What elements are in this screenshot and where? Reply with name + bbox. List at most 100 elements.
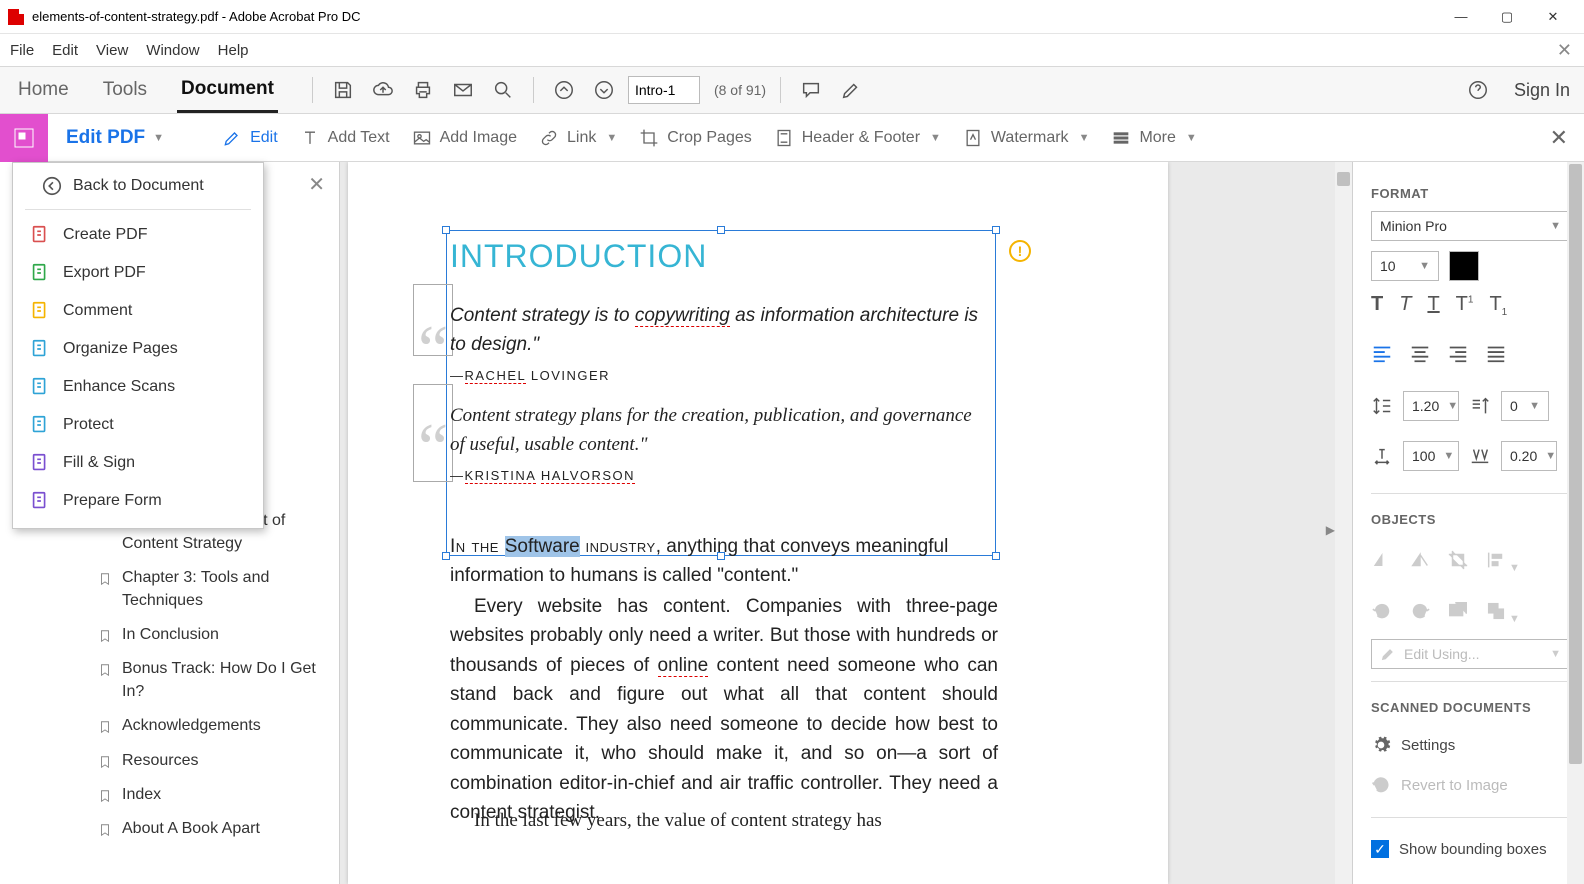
align-justify-icon[interactable] <box>1485 342 1507 369</box>
scanned-section-label: SCANNED DOCUMENTS <box>1371 700 1570 715</box>
tool-crop-pages[interactable]: Crop Pages <box>639 128 752 148</box>
superscript-icon[interactable]: T1 <box>1456 293 1474 318</box>
menu-edit[interactable]: Edit <box>52 42 78 59</box>
bookmark-item[interactable]: Chapter 3: Tools and Techniques <box>0 561 339 618</box>
edit-using-select: Edit Using...▼ <box>1371 639 1570 669</box>
popover-item-create-pdf[interactable]: Create PDF <box>13 216 263 254</box>
font-color-swatch[interactable] <box>1449 251 1479 281</box>
highlight-pen-icon[interactable] <box>835 74 867 106</box>
page-number-input[interactable] <box>628 76 700 104</box>
menu-file[interactable]: File <box>10 42 34 59</box>
menu-help[interactable]: Help <box>218 42 249 59</box>
tool-icon <box>29 300 51 322</box>
tool-icon <box>29 224 51 246</box>
popover-item-export-pdf[interactable]: Export PDF <box>13 254 263 292</box>
line-spacing-input[interactable]: 1.20▼ <box>1403 391 1459 421</box>
char-spacing-input[interactable]: 0.20▼ <box>1501 441 1557 471</box>
tool-icon <box>29 338 51 360</box>
quote-mark-icon: “ <box>418 430 448 464</box>
tool-watermark[interactable]: Watermark▼ <box>963 128 1090 148</box>
page-up-icon[interactable] <box>548 74 580 106</box>
divider <box>533 77 534 103</box>
tool-link[interactable]: Link▼ <box>539 128 617 148</box>
tool-add-text[interactable]: Add Text <box>300 128 390 148</box>
attribution-2: —KRISTINA HALVORSON <box>450 468 635 483</box>
popover-item-enhance-scans[interactable]: Enhance Scans <box>13 368 263 406</box>
print-icon[interactable] <box>407 74 439 106</box>
tool-add-image[interactable]: Add Image <box>412 128 517 148</box>
edit-pdf-toolbar: Edit PDF▼ Edit Add Text Add Image Link▼ … <box>0 114 1584 162</box>
horizontal-scale-input[interactable]: 100▼ <box>1403 441 1459 471</box>
edit-pdf-title[interactable]: Edit PDF▼ <box>48 127 182 149</box>
revert-to-image: Revert to Image <box>1371 775 1570 795</box>
popover-item-prepare-form[interactable]: Prepare Form <box>13 482 263 520</box>
minimize-button[interactable]: — <box>1438 2 1484 32</box>
align-left-icon[interactable] <box>1371 342 1393 369</box>
scrollbar[interactable] <box>1335 162 1352 884</box>
scanned-settings[interactable]: Settings <box>1371 735 1570 755</box>
bold-icon[interactable]: T <box>1371 293 1383 318</box>
quote-mark-icon: “ <box>418 332 448 366</box>
menu-window[interactable]: Window <box>146 42 199 59</box>
font-size-select[interactable]: 10▼ <box>1371 251 1439 281</box>
align-center-icon[interactable] <box>1409 342 1431 369</box>
collapse-right-panel-icon[interactable]: ▶ <box>1326 523 1335 537</box>
close-editpdf-button[interactable]: ✕ <box>1550 125 1568 151</box>
divider <box>312 77 313 103</box>
bookmark-item[interactable]: Bonus Track: How Do I Get In? <box>0 652 339 709</box>
menu-view[interactable]: View <box>96 42 128 59</box>
tab-tools[interactable]: Tools <box>99 69 151 111</box>
tool-header-footer[interactable]: Header & Footer▼ <box>774 128 941 148</box>
chevron-down-icon: ▼ <box>153 132 164 144</box>
page: ! INTRODUCTION “ Content strategy is to … <box>348 162 1168 884</box>
email-icon[interactable] <box>447 74 479 106</box>
search-icon[interactable] <box>487 74 519 106</box>
close-panel-button[interactable]: ✕ <box>308 172 325 197</box>
page-down-icon[interactable] <box>588 74 620 106</box>
maximize-button[interactable]: ▢ <box>1484 2 1530 32</box>
show-bounding-boxes-checkbox[interactable]: ✓ Show bounding boxes <box>1371 840 1570 858</box>
tool-edit[interactable]: Edit <box>222 128 278 148</box>
document-canvas[interactable]: ! INTRODUCTION “ Content strategy is to … <box>340 162 1352 884</box>
back-to-document[interactable]: Back to Document <box>25 163 251 210</box>
bookmark-item[interactable]: In Conclusion <box>0 618 339 652</box>
close-button[interactable]: ✕ <box>1530 2 1576 32</box>
popover-item-fill-sign[interactable]: Fill & Sign <box>13 444 263 482</box>
bookmark-item[interactable]: Index <box>0 778 339 812</box>
format-section-label: FORMAT <box>1371 186 1570 201</box>
flip-horizontal-icon <box>1371 549 1393 576</box>
replace-image-icon <box>1447 600 1469 627</box>
cloud-upload-icon[interactable] <box>367 74 399 106</box>
tools-popover: Back to Document Create PDFExport PDFCom… <box>12 162 264 529</box>
selection-box[interactable] <box>446 230 996 556</box>
save-icon[interactable] <box>327 74 359 106</box>
body-para-2: Every website has content. Companies wit… <box>450 592 998 828</box>
para-spacing-icon <box>1469 395 1491 417</box>
italic-icon[interactable]: T <box>1399 293 1411 318</box>
subscript-icon[interactable]: T1 <box>1489 293 1507 318</box>
comment-bubble-icon[interactable] <box>795 74 827 106</box>
font-family-select[interactable]: Minion Pro▼ <box>1371 211 1570 241</box>
align-right-icon[interactable] <box>1447 342 1469 369</box>
popover-item-organize-pages[interactable]: Organize Pages <box>13 330 263 368</box>
crop-object-icon <box>1447 549 1469 576</box>
tool-icon <box>29 376 51 398</box>
popover-item-comment[interactable]: Comment <box>13 292 263 330</box>
underline-icon[interactable]: T <box>1427 293 1439 318</box>
close-document-button[interactable]: ✕ <box>1557 40 1572 61</box>
tool-icon <box>29 262 51 284</box>
popover-item-protect[interactable]: Protect <box>13 406 263 444</box>
bookmark-item[interactable]: Resources <box>0 744 339 778</box>
bookmark-icon <box>98 787 112 805</box>
tool-more[interactable]: More▼ <box>1111 128 1196 148</box>
tab-home[interactable]: Home <box>14 69 73 111</box>
tab-document[interactable]: Document <box>177 68 278 113</box>
warning-badge-icon[interactable]: ! <box>1009 240 1031 262</box>
help-icon[interactable] <box>1462 74 1494 106</box>
bookmark-item[interactable]: Acknowledgements <box>0 709 339 743</box>
bookmark-item[interactable]: About A Book Apart <box>0 812 339 846</box>
scrollbar[interactable] <box>1567 162 1584 884</box>
body-para-1: In the Software industry, anything that … <box>450 532 998 591</box>
sign-in-link[interactable]: Sign In <box>1514 80 1570 101</box>
para-spacing-input[interactable]: 0▼ <box>1501 391 1549 421</box>
